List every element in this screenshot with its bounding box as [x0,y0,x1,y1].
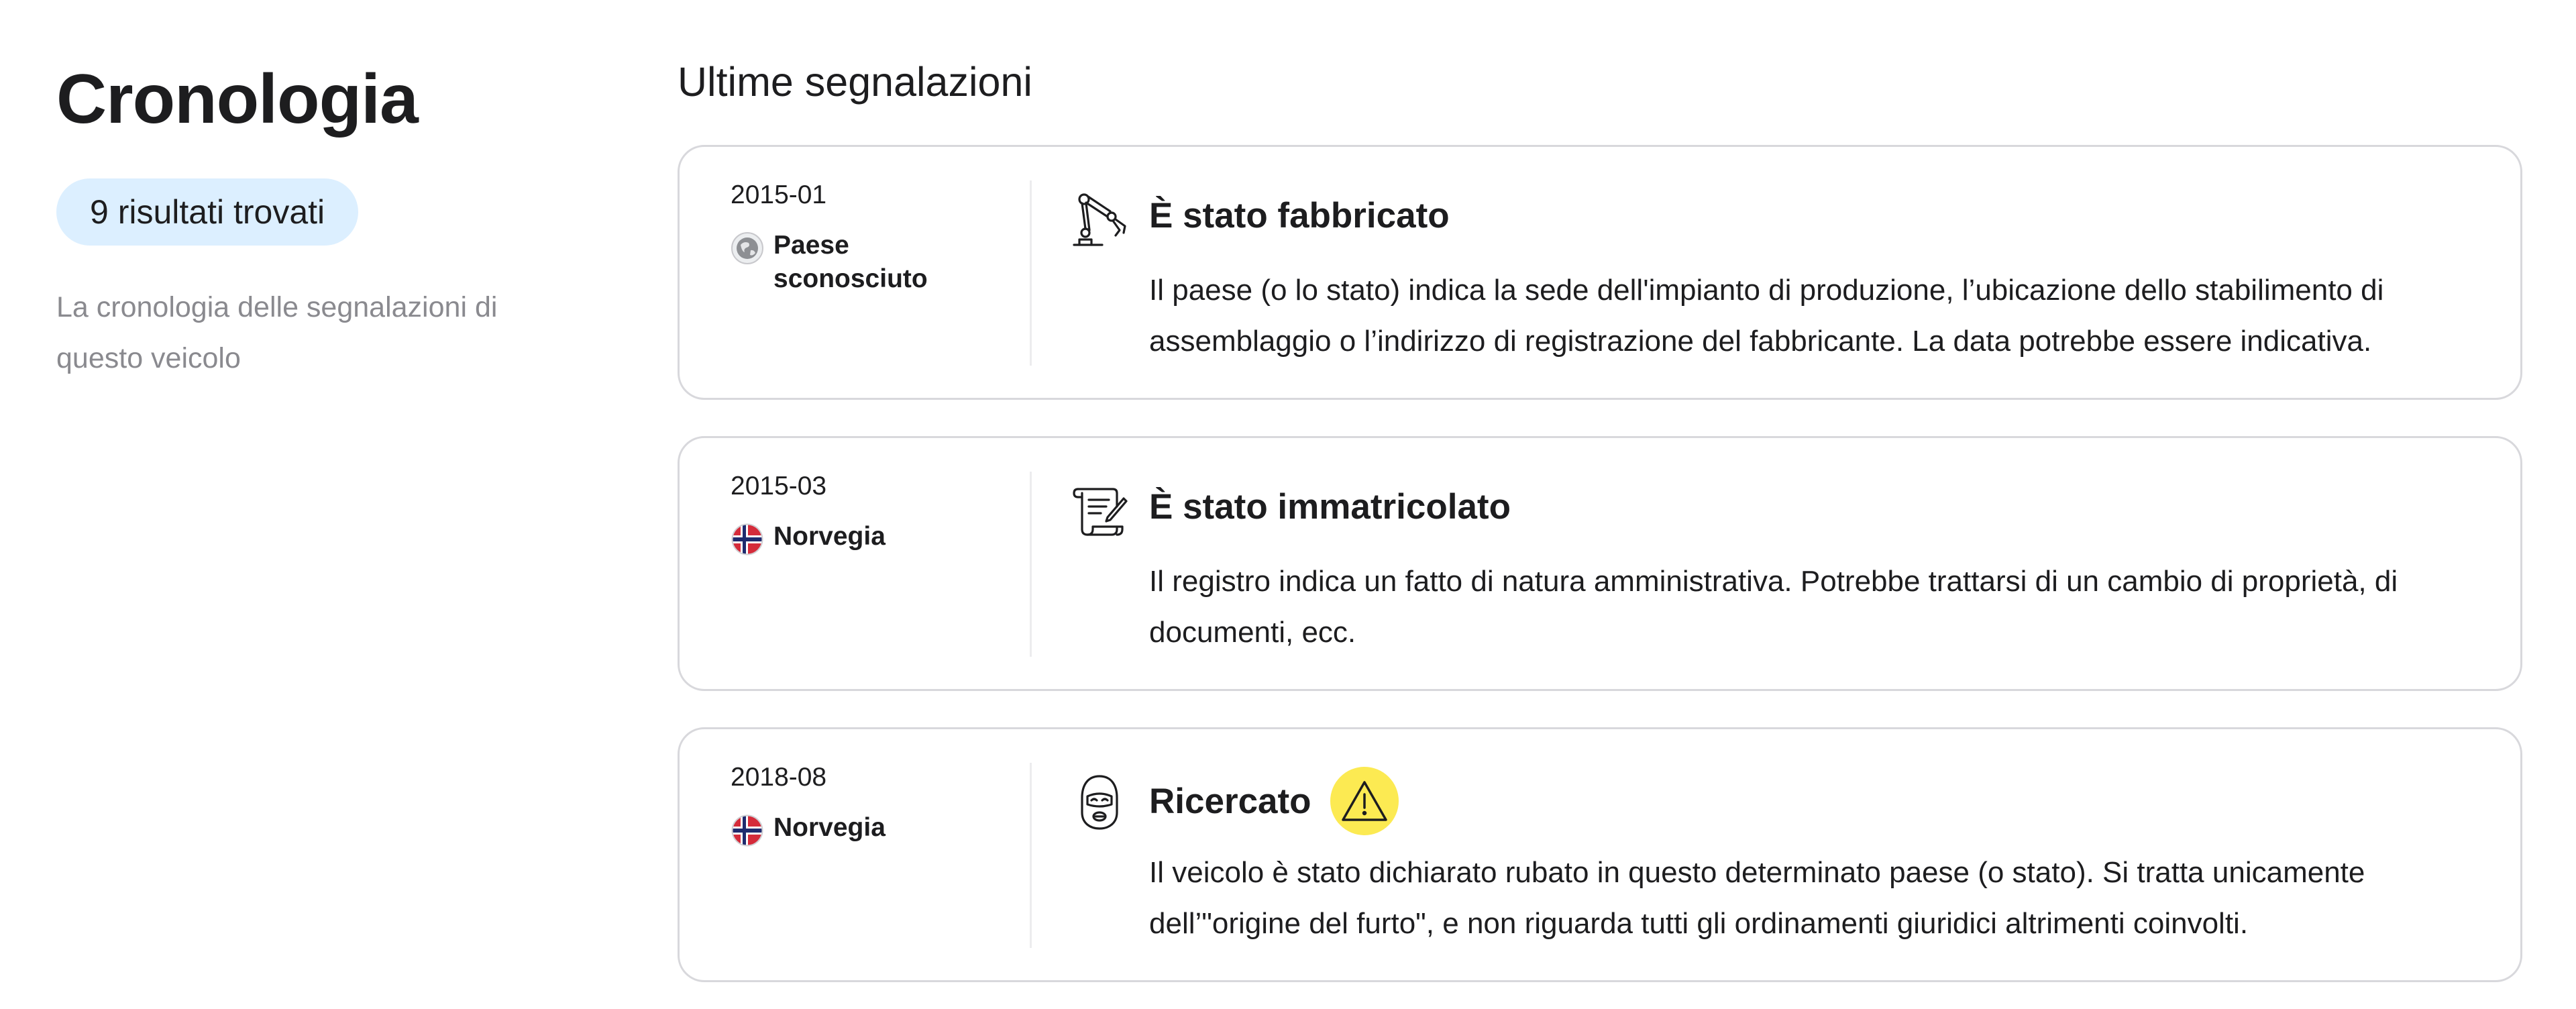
event-country: Norvegia [731,520,928,556]
event-description: Il veicolo è stato dichiarato rubato in … [1149,856,2365,940]
norway-flag-icon [731,814,763,847]
event-date: 2015-01 [731,180,827,209]
timeline-card-manufactured[interactable]: 2015-01 Paese sconosciuto È stato fabbri… [678,145,2522,400]
event-description: Il paese (o lo stato) indica la sede del… [1149,274,2384,358]
event-title: È stato fabbricato [1149,198,1450,233]
balaclava-thief-icon [1081,775,1118,830]
card-divider [1030,180,1032,366]
robotic-arm-icon [1073,193,1126,246]
event-title: Ricercato [1149,767,1399,835]
event-title-text: È stato fabbricato [1149,196,1450,235]
globe-icon [731,232,763,264]
sidebar-description: La cronologia delle segnalazioni di ques… [56,291,498,374]
country-name: Norvegia [773,522,885,551]
results-count-badge: 9 risultati trovati [56,178,359,246]
timeline-card-registered[interactable]: 2015-03 Norvegia È stato immatricolato I… [678,436,2522,691]
warning-icon [1341,781,1387,821]
section-heading: Ultime segnalazioni [678,59,1032,105]
norway-flag-icon [731,523,763,555]
event-title: È stato immatricolato [1149,489,1511,525]
event-description: Il registro indica un fatto di natura am… [1149,565,2398,649]
event-country: Norvegia [731,811,928,847]
event-title-text: Ricercato [1149,781,1311,821]
timeline-card-wanted[interactable]: 2018-08 Norvegia Ricercato Il veicolo è … [678,727,2522,982]
card-divider [1030,472,1032,657]
event-country: Paese sconosciuto [731,229,928,296]
event-date: 2018-08 [731,763,827,792]
page-title: Cronologia [56,60,419,138]
document-scroll-icon [1073,488,1128,536]
card-divider [1030,763,1032,948]
event-date: 2015-03 [731,472,827,500]
country-name: Norvegia [773,813,885,842]
warning-badge [1330,767,1399,835]
event-title-text: È stato immatricolato [1149,487,1511,527]
country-name: Paese sconosciuto [773,231,928,293]
